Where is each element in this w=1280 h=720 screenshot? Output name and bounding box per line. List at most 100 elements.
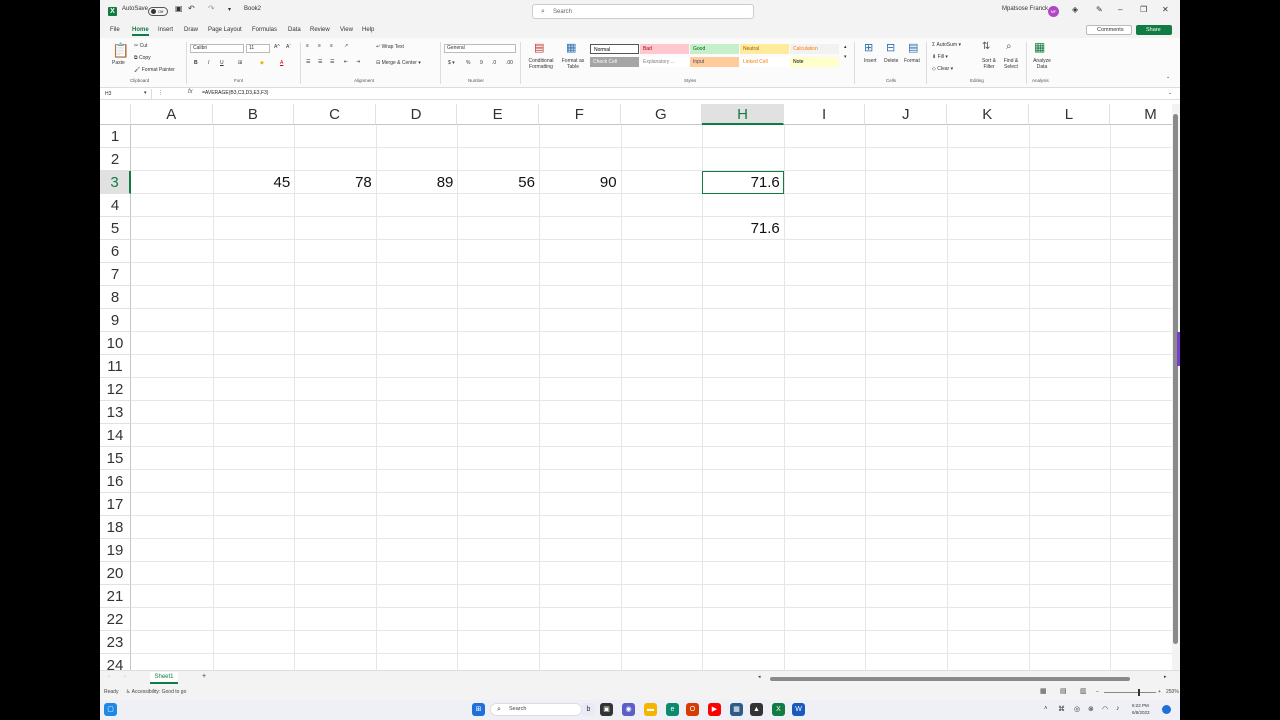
column-header-m[interactable]: M (1110, 104, 1172, 125)
currency-icon[interactable]: $ ▾ (448, 60, 455, 66)
tab-draw[interactable]: Draw (184, 27, 198, 33)
row-header-22[interactable]: 22 (100, 608, 131, 631)
cell-style-normal[interactable]: Normal (590, 44, 639, 54)
format-painter-button[interactable]: 🖌 Format Painter (134, 67, 175, 73)
notification-icon[interactable] (1162, 705, 1171, 714)
tab-home[interactable]: Home (132, 27, 149, 36)
borders-icon[interactable]: ⊞ (238, 60, 242, 66)
zoom-slider-handle[interactable] (1138, 689, 1140, 696)
row-header-17[interactable]: 17 (100, 493, 131, 516)
restore-icon[interactable]: ❐ (1140, 5, 1147, 14)
diamond-icon[interactable]: ◈ (1072, 5, 1078, 14)
row-header-12[interactable]: 12 (100, 378, 131, 401)
row-header-11[interactable]: 11 (100, 355, 131, 378)
percent-icon[interactable]: % (466, 60, 470, 66)
cell-style-linked-cell[interactable]: Linked Cell (740, 57, 789, 67)
wifi-icon[interactable]: ◠ (1102, 705, 1108, 713)
number-format-select[interactable]: General (444, 44, 516, 53)
paste-icon[interactable]: 📋 (112, 42, 129, 59)
office-icon[interactable]: O (686, 703, 699, 716)
row-header-24[interactable]: 24 (100, 654, 131, 670)
cell-style-calculation[interactable]: Calculation (790, 44, 839, 54)
wrap-text-button[interactable]: ↵ Wrap Text (376, 44, 404, 50)
format-as-table-button[interactable]: Format as Table (558, 58, 588, 70)
decrease-decimal-icon[interactable]: .00 (506, 60, 513, 66)
column-header-e[interactable]: E (457, 104, 539, 125)
row-header-9[interactable]: 9 (100, 309, 131, 332)
fill-button[interactable]: ⬇ Fill ▾ (932, 54, 948, 60)
column-header-k[interactable]: K (947, 104, 1029, 125)
cell-style-input[interactable]: Input (690, 57, 739, 67)
undo-icon[interactable]: ↶ (188, 4, 195, 13)
align-right-icon[interactable]: ☰ (330, 59, 334, 65)
row-header-18[interactable]: 18 (100, 516, 131, 539)
save-icon[interactable]: ▣ (175, 4, 183, 13)
expand-formula-icon[interactable]: ⌄ (1168, 90, 1172, 96)
tray-app-icon-3[interactable]: ⊗ (1088, 705, 1094, 713)
decrease-indent-icon[interactable]: ⇤ (344, 59, 348, 65)
cell-f3[interactable]: 90 (539, 171, 621, 194)
normal-view-icon[interactable]: ▦ (1040, 687, 1047, 695)
shrink-font-icon[interactable]: Aˇ (286, 44, 291, 50)
widgets-icon[interactable]: ▢ (104, 703, 117, 716)
find-select-icon[interactable]: ⌕ (1006, 41, 1012, 52)
avatar[interactable]: MF (1048, 6, 1059, 17)
sort-filter-button[interactable]: Sort & Filter (978, 58, 1000, 70)
gallery-down-icon[interactable]: ▾ (844, 54, 847, 60)
app-icon[interactable]: ▲ (750, 703, 763, 716)
fx-icon[interactable]: fx (188, 89, 193, 95)
tab-view[interactable]: View (340, 27, 353, 33)
tab-insert[interactable]: Insert (158, 27, 173, 33)
horizontal-scrollbar[interactable] (764, 677, 1168, 682)
autosum-button[interactable]: Σ AutoSum ▾ (932, 42, 961, 48)
pen-icon[interactable]: ✎ (1096, 5, 1103, 14)
row-header-16[interactable]: 16 (100, 470, 131, 493)
cell-d3[interactable]: 89 (376, 171, 458, 194)
share-button[interactable]: Share (1136, 25, 1172, 35)
start-icon[interactable]: ⊞ (472, 703, 485, 716)
cell-h3[interactable]: 71.6 (702, 171, 784, 194)
column-header-i[interactable]: I (783, 104, 866, 125)
clear-button[interactable]: ◇ Clear ▾ (932, 66, 953, 72)
cut-button[interactable]: ✂ Cut (134, 43, 147, 49)
row-header-7[interactable]: 7 (100, 263, 131, 286)
comments-button[interactable]: Comments (1086, 25, 1132, 35)
align-bottom-icon[interactable]: ≡ (330, 43, 333, 49)
copy-button[interactable]: ⧉ Copy (134, 55, 151, 61)
tab-help[interactable]: Help (362, 27, 374, 33)
row-header-10[interactable]: 10 (100, 332, 131, 355)
format-cells-icon[interactable]: ▤ (908, 41, 918, 54)
align-left-icon[interactable]: ☰ (306, 59, 310, 65)
delete-cells-button[interactable]: Delete (884, 58, 898, 64)
tray-app-icon-2[interactable]: ◎ (1074, 705, 1080, 713)
cell-style-bad[interactable]: Bad (640, 44, 689, 54)
font-color-icon[interactable]: A (280, 60, 283, 66)
column-header-d[interactable]: D (375, 104, 458, 125)
gallery-up-icon[interactable]: ▴ (844, 44, 847, 50)
clock-date[interactable]: 6/8/2023 (1132, 710, 1150, 715)
cell-style-explanatory[interactable]: Explanatory ... (640, 57, 689, 67)
find-select-button[interactable]: Find & Select (1000, 58, 1022, 70)
cell-e3[interactable]: 56 (457, 171, 539, 194)
conditional-formatting-button[interactable]: Conditional Formatting (524, 58, 558, 70)
column-header-l[interactable]: L (1028, 104, 1111, 125)
vertical-scrollbar[interactable] (1172, 104, 1180, 670)
cell-style-neutral[interactable]: Neutral (740, 44, 789, 54)
row-header-8[interactable]: 8 (100, 286, 131, 309)
conditional-formatting-icon[interactable]: ▤ (534, 41, 544, 54)
tab-review[interactable]: Review (310, 27, 330, 33)
youtube-icon[interactable]: ▶ (708, 703, 721, 716)
zoom-out-icon[interactable]: – (1096, 689, 1099, 695)
horizontal-scroll-thumb[interactable] (770, 677, 1130, 681)
insert-cells-icon[interactable]: ⊞ (864, 41, 873, 54)
insert-cells-button[interactable]: Insert (864, 58, 877, 64)
column-header-h[interactable]: H (702, 104, 784, 125)
sort-filter-icon[interactable]: ⇅ (982, 41, 990, 52)
row-header-19[interactable]: 19 (100, 539, 131, 562)
tray-app-icon[interactable]: ⌘ (1058, 705, 1065, 713)
column-header-f[interactable]: F (539, 104, 621, 125)
delete-cells-icon[interactable]: ⊟ (886, 41, 895, 54)
row-header-6[interactable]: 6 (100, 240, 131, 263)
row-header-14[interactable]: 14 (100, 424, 131, 447)
comma-icon[interactable]: 9 (480, 60, 483, 66)
